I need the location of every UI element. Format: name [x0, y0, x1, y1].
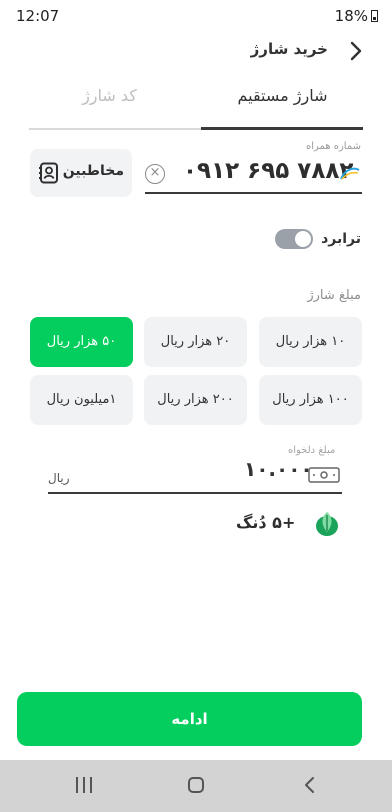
continue-button[interactable]: ادامه	[17, 692, 362, 746]
amount-option-20k[interactable]: ۲۰ هزار ریال	[144, 317, 247, 367]
transfer-label: ترابرد	[321, 231, 361, 247]
system-nav-bar	[0, 760, 392, 812]
mci-operator-icon	[340, 166, 360, 180]
phone-field-label: شماره همراه	[305, 141, 361, 152]
contacts-label: مخاطبین	[62, 163, 124, 179]
phone-number-value[interactable]: ۰۹۱۲ ۶۹۵ ۷۸۸۲	[183, 158, 353, 184]
battery-percent: 18%	[334, 7, 368, 25]
chevron-right-icon[interactable]	[344, 39, 368, 63]
home-icon[interactable]	[166, 760, 226, 812]
status-bar: 12:07 18%	[0, 0, 392, 30]
status-battery: 18%	[335, 7, 378, 25]
toggle-knob	[295, 231, 311, 247]
charge-type-tabs: شارژ مستقیم کد شارژ	[29, 86, 363, 130]
transfer-row: ترابرد	[161, 226, 361, 254]
tab-direct-charge[interactable]: شارژ مستقیم	[202, 86, 363, 105]
money-bill-icon	[308, 467, 340, 483]
custom-amount-value[interactable]: ۱۰.۰۰۰	[244, 457, 313, 481]
custom-amount-field[interactable]: ریال ۱۰.۰۰۰	[48, 455, 342, 494]
page-title: خرید شارژ	[250, 40, 328, 58]
amount-option-100k[interactable]: ۱۰۰ هزار ریال	[259, 375, 362, 425]
dong-leaf-icon	[314, 509, 340, 537]
amount-section-title: مبلغ شارژ	[307, 288, 361, 303]
currency-label: ریال	[48, 471, 70, 485]
phone-field[interactable]: × ۰۹۱۲ ۶۹۵ ۷۸۸۲	[145, 152, 362, 194]
recents-icon[interactable]	[54, 760, 114, 812]
dong-reward: +۵ دُنگ	[236, 508, 340, 538]
dong-reward-text: +۵ دُنگ	[236, 513, 296, 532]
tab-active-indicator	[201, 127, 363, 130]
amount-option-10k[interactable]: ۱۰ هزار ریال	[259, 317, 362, 367]
battery-icon	[371, 10, 378, 22]
back-icon[interactable]	[280, 760, 340, 812]
amount-option-50k[interactable]: ۵۰ هزار ریال	[30, 317, 133, 367]
close-circle-icon[interactable]: ×	[145, 164, 165, 184]
contacts-book-icon	[38, 162, 60, 184]
amount-option-200k[interactable]: ۲۰۰ هزار ریال	[144, 375, 247, 425]
amount-option-1m[interactable]: ۱میلیون ریال	[30, 375, 133, 425]
app-header: خرید شارژ	[0, 36, 392, 66]
transfer-toggle[interactable]	[275, 229, 313, 249]
status-time: 12:07	[16, 7, 60, 25]
tab-charge-code[interactable]: کد شارژ	[29, 86, 190, 105]
contacts-button[interactable]: مخاطبین	[30, 149, 132, 197]
